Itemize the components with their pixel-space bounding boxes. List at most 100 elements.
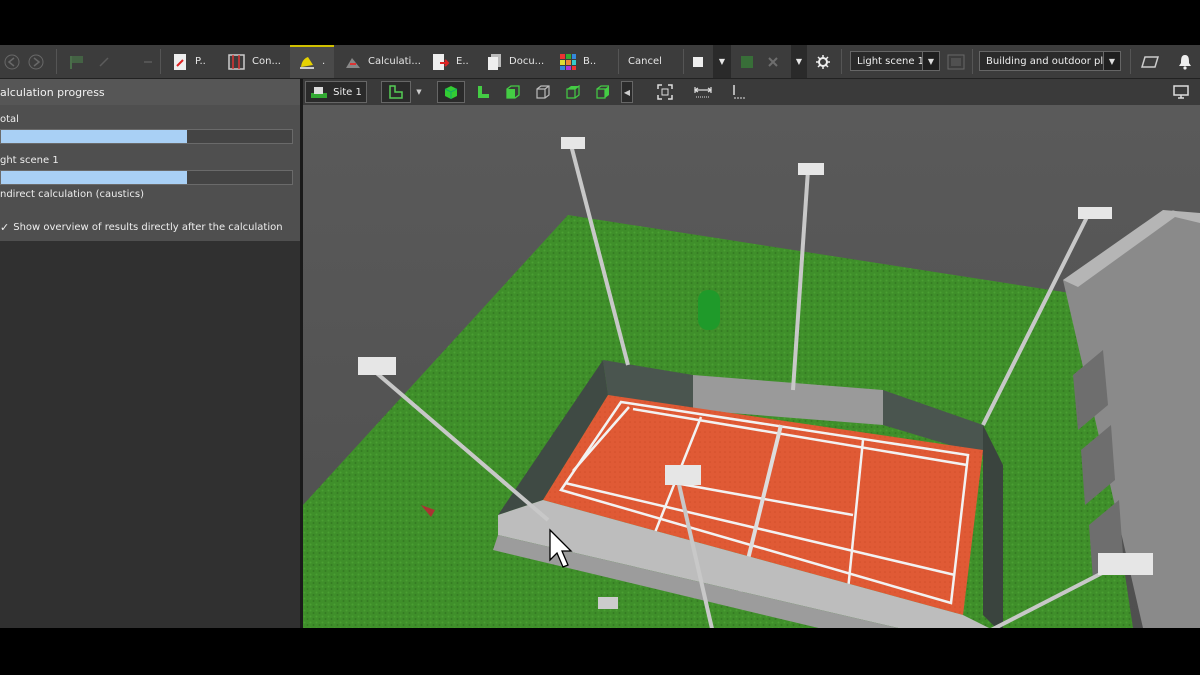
light-scene-label: ght scene 1 [0,155,59,166]
total-label: otal [0,114,19,125]
light-scene-edit-button[interactable] [947,45,965,78]
settings-button[interactable] [816,45,830,78]
tab-report-label: P.. [195,56,206,67]
gear-icon [816,54,830,69]
view-left-button[interactable] [471,81,495,103]
notifications-button[interactable] [1178,45,1192,78]
chevron-down-icon: ▼ [922,52,939,70]
measure-button[interactable] [691,81,715,103]
cube-top-icon [566,84,580,99]
total-progress-fill [1,130,188,143]
chevron-down-icon: ▼ [795,57,803,66]
export-icon [433,53,450,70]
delete-dropdown[interactable]: ▼ [791,45,807,78]
cube-side-icon [596,85,609,99]
light-scene-progress-bar [0,170,293,185]
calculation-progress-panel: alculation progress otal ght scene 1 ndi… [0,79,300,628]
building-outdoor-value: Building and outdoor pla... [986,55,1119,67]
cube-front-icon [506,85,520,99]
tab-bim-label: B.. [583,56,597,67]
tab-construction[interactable]: Con... [228,45,281,78]
floor-plan-icon [389,85,403,99]
panel-title: alculation progress [0,79,300,105]
site-icon [311,87,328,98]
window-icon [947,54,965,69]
cancel-label: Cancel [628,56,662,67]
total-progress-bar [0,129,293,144]
letterbox-bottom [0,628,1200,675]
undo-button[interactable] [98,45,110,78]
view-side-button[interactable] [591,81,615,103]
stop-dropdown[interactable]: ▼ [713,45,731,78]
light-scene-select[interactable]: Light scene 1 ▼ [850,51,940,71]
luminaire-on-ground [598,597,618,609]
tab-calculation[interactable]: Calculati... [344,45,421,78]
view-3d-button[interactable] [437,81,465,103]
panel-empty-area [0,241,300,628]
construction-icon [228,53,245,70]
chevron-left-icon: ◀ [623,87,631,97]
delete-button[interactable] [767,45,779,78]
report-icon [174,53,186,70]
plane-icon [1141,55,1159,68]
back-button[interactable] [4,45,20,78]
3d-viewport[interactable]: Site 1 ▼ ◀ [303,79,1200,628]
tab-bim[interactable]: B.. [559,45,596,78]
site-selector-button[interactable]: Site 1 [305,81,367,103]
tab-construction-label: Con... [252,56,281,67]
tab-documents[interactable]: Docu... [487,45,544,78]
light-icon [300,56,314,69]
3d-scene[interactable] [303,105,1200,628]
flag-button[interactable] [68,45,86,78]
checkmark-icon: ✓ [0,221,10,234]
solid-cube-icon [444,86,458,99]
close-icon [768,56,778,67]
show-overview-label: Show overview of results directly after … [13,222,283,233]
tab-report[interactable]: P.. [173,45,206,78]
view-front-button[interactable] [501,81,525,103]
view-wire-button[interactable] [531,81,555,103]
display-options-button[interactable] [1169,81,1193,103]
plane-view-button[interactable] [1141,45,1159,78]
stop-button[interactable] [692,45,704,78]
dialux-app-window: P.. Con... . Calculati... E.. Docu... B.… [0,45,1200,628]
forward-arrow-icon [28,54,44,69]
building-outdoor-select[interactable]: Building and outdoor pla... ▼ [979,51,1121,71]
cancel-button[interactable]: Cancel [628,45,662,78]
tab-export[interactable]: E.. [432,45,469,78]
light-scene-value: Light scene 1 [857,55,925,67]
stop-icon [693,56,703,67]
collapse-views-button[interactable]: ◀ [621,81,633,103]
l-shape-icon [478,86,489,98]
zoom-extents-button[interactable] [653,81,677,103]
chevron-down-icon: ▼ [718,57,726,66]
chevron-down-icon: ▼ [416,88,422,96]
height-measure-button[interactable] [727,81,751,103]
site-label: Site 1 [333,86,362,98]
floor-plan-dropdown[interactable]: ▼ [413,81,425,103]
floor-plan-button[interactable] [381,81,411,103]
zoom-extents-icon [657,84,673,100]
tree [698,290,720,330]
height-measure-icon [733,85,746,99]
show-overview-checkbox[interactable]: ✓ Show overview of results directly afte… [0,221,283,234]
calculation-step-label: ndirect calculation (caustics) [0,189,144,200]
redo-button[interactable] [142,45,154,78]
monitor-icon [1173,85,1189,99]
main-toolbar: P.. Con... . Calculati... E.. Docu... B.… [0,45,1200,79]
start-calculation-button[interactable] [740,45,754,78]
tab-documents-label: Docu... [509,56,545,67]
forward-button[interactable] [28,45,44,78]
documents-icon [488,53,501,70]
tab-export-label: E.. [456,56,469,67]
tab-light[interactable]: . [298,45,325,78]
calculation-icon [346,57,360,68]
viewport-toolbar: Site 1 ▼ ◀ [303,79,1200,106]
view-top-button[interactable] [561,81,585,103]
flag-icon [70,55,83,69]
chevron-down-icon: ▼ [1103,52,1120,70]
letterbox-top [0,0,1200,45]
back-arrow-icon [4,54,20,69]
redo-icon [144,60,152,63]
panel-body: otal ght scene 1 ndirect calculation (ca… [0,105,300,241]
